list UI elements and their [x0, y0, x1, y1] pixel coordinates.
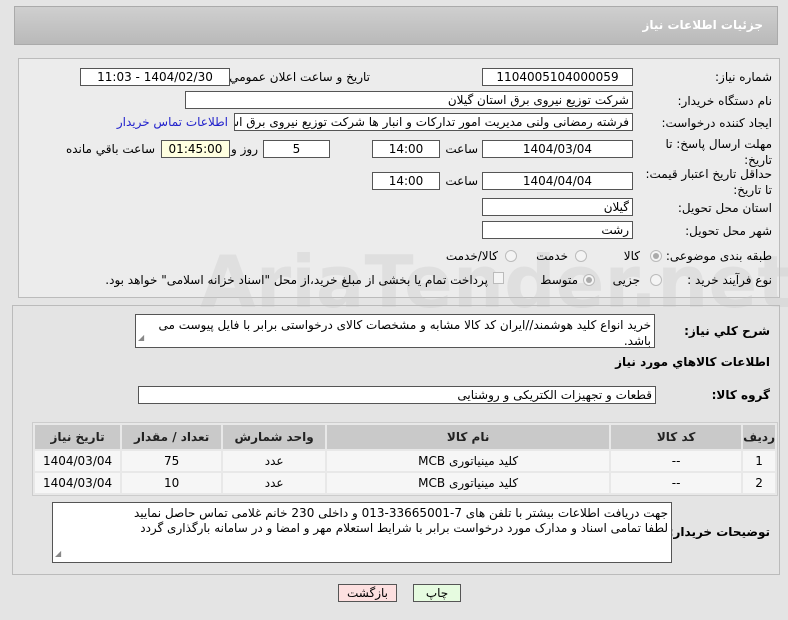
category-goods-radio[interactable]: [650, 250, 662, 262]
process-medium-radio[interactable]: [583, 274, 595, 286]
cell-code: --: [611, 451, 742, 471]
validity-label: حداقل تاریخ اعتبار قیمت: تا تاریخ:: [645, 167, 772, 197]
province-field[interactable]: گیلان: [482, 198, 633, 216]
cell-unit: عدد: [223, 451, 326, 471]
cell-date: 1404/03/04: [35, 473, 121, 493]
notes-line-2: لطفا تمامی اسناد و مدارک مورد درخواست بر…: [140, 521, 668, 535]
cell-code: --: [611, 473, 742, 493]
description-textarea[interactable]: خرید انواع کلید هوشمند//ایران کد کالا مش…: [135, 314, 655, 348]
buyer-notes-textarea[interactable]: جهت دریافت اطلاعات بیشتر با تلفن های 7-3…: [52, 502, 672, 563]
remaining-label: ساعت باقي مانده: [65, 142, 155, 156]
table-row: 2 -- کلید مینیاتوری MCB عدد 10 1404/03/0…: [35, 473, 775, 493]
buyer-contact-link[interactable]: اطلاعات تماس خریدار: [117, 115, 228, 129]
print-button[interactable]: چاپ: [413, 584, 461, 602]
buyer-field[interactable]: شرکت توزیع نیروی برق استان گیلان: [185, 91, 633, 109]
announce-label: تاريخ و ساعت اعلان عمومي:: [225, 70, 370, 84]
cell-unit: عدد: [223, 473, 326, 493]
creator-field[interactable]: فرشته رمضانی ولنی مدیریت امور تدارکات و …: [234, 113, 633, 131]
goods-heading: اطلاعات کالاهاي مورد نیاز: [615, 355, 770, 369]
resize-handle-icon[interactable]: ◢: [138, 330, 144, 346]
resize-handle-icon[interactable]: ◢: [55, 546, 61, 561]
col-unit: واحد شمارش: [223, 425, 326, 449]
deadline-time-label: ساعت: [445, 142, 478, 156]
cell-name: کلید مینیاتوری MCB: [327, 451, 610, 471]
validity-date-field[interactable]: 1404/04/04: [482, 172, 633, 190]
goods-table: ردیف کد کالا نام کالا واحد شمارش تعداد /…: [32, 422, 778, 496]
city-label: شهر محل تحویل:: [685, 224, 772, 238]
validity-time-label: ساعت: [445, 174, 478, 188]
process-minor-radio[interactable]: [650, 274, 662, 286]
col-date: تاریخ نیاز: [35, 425, 121, 449]
buyer-notes-label: توضیحات خریدار:: [668, 525, 770, 539]
category-service-label: خدمت: [536, 249, 568, 263]
validity-time-field[interactable]: 14:00: [372, 172, 440, 190]
col-quantity: تعداد / مقدار: [122, 425, 222, 449]
creator-label: ایجاد کننده درخواست:: [661, 116, 772, 130]
category-both-radio[interactable]: [505, 250, 517, 262]
deadline-date-field[interactable]: 1404/03/04: [482, 140, 633, 158]
days-label: روز و: [231, 142, 258, 156]
table-header-row: ردیف کد کالا نام کالا واحد شمارش تعداد /…: [35, 425, 775, 449]
deadline-time-field[interactable]: 14:00: [372, 140, 440, 158]
notes-line-1: جهت دریافت اطلاعات بیشتر با تلفن های 7-3…: [133, 506, 668, 520]
buyer-label: نام دستگاه خریدار:: [677, 94, 773, 108]
treasury-payment-note: پرداخت تمام یا بخشی از مبلغ خرید،از محل …: [105, 273, 488, 287]
category-service-radio[interactable]: [575, 250, 587, 262]
cell-date: 1404/03/04: [35, 451, 121, 471]
cell-name: کلید مینیاتوری MCB: [327, 473, 610, 493]
description-label: شرح کلي نیاز:: [684, 324, 770, 338]
col-code: کد کالا: [611, 425, 742, 449]
announce-field[interactable]: 1404/02/30 - 11:03: [80, 68, 230, 86]
province-label: استان محل تحویل:: [677, 201, 772, 215]
goods-group-field[interactable]: قطعات و تجهیزات الکتریکی و روشنایی: [138, 386, 656, 404]
table-row: 1 -- کلید مینیاتوری MCB عدد 75 1404/03/0…: [35, 451, 775, 471]
process-label: نوع فرآیند خرید :: [687, 273, 772, 287]
need-number-label: شماره نیاز:: [715, 70, 772, 84]
category-goods-label: کالا: [623, 249, 640, 263]
remaining-time-field: 01:45:00: [161, 140, 230, 158]
col-name: نام کالا: [327, 425, 610, 449]
description-text: خرید انواع کلید هوشمند//ایران کد کالا مش…: [158, 318, 651, 348]
cell-quantity: 10: [122, 473, 222, 493]
days-field[interactable]: 5: [263, 140, 330, 158]
category-label: طبقه بندی موضوعی:: [665, 249, 772, 263]
cell-row: 1: [743, 451, 775, 471]
cell-row: 2: [743, 473, 775, 493]
deadline-label: مهلت ارسال پاسخ: تا تاریخ:: [665, 137, 772, 167]
back-button[interactable]: بازگشت: [338, 584, 397, 602]
col-row: ردیف: [743, 425, 775, 449]
treasury-payment-checkbox[interactable]: [493, 272, 504, 284]
city-field[interactable]: رشت: [482, 221, 633, 239]
goods-group-label: گروه کالا:: [711, 388, 770, 402]
page-title: جزئیات اطلاعات نیاز: [642, 18, 763, 32]
category-both-label: کالا/خدمت: [445, 249, 498, 263]
need-number-field[interactable]: 1104005104000059: [482, 68, 633, 86]
process-minor-label: جزیی: [612, 273, 640, 287]
page-header: جزئیات اطلاعات نیاز: [14, 6, 778, 45]
cell-quantity: 75: [122, 451, 222, 471]
process-medium-label: متوسط: [540, 273, 578, 287]
